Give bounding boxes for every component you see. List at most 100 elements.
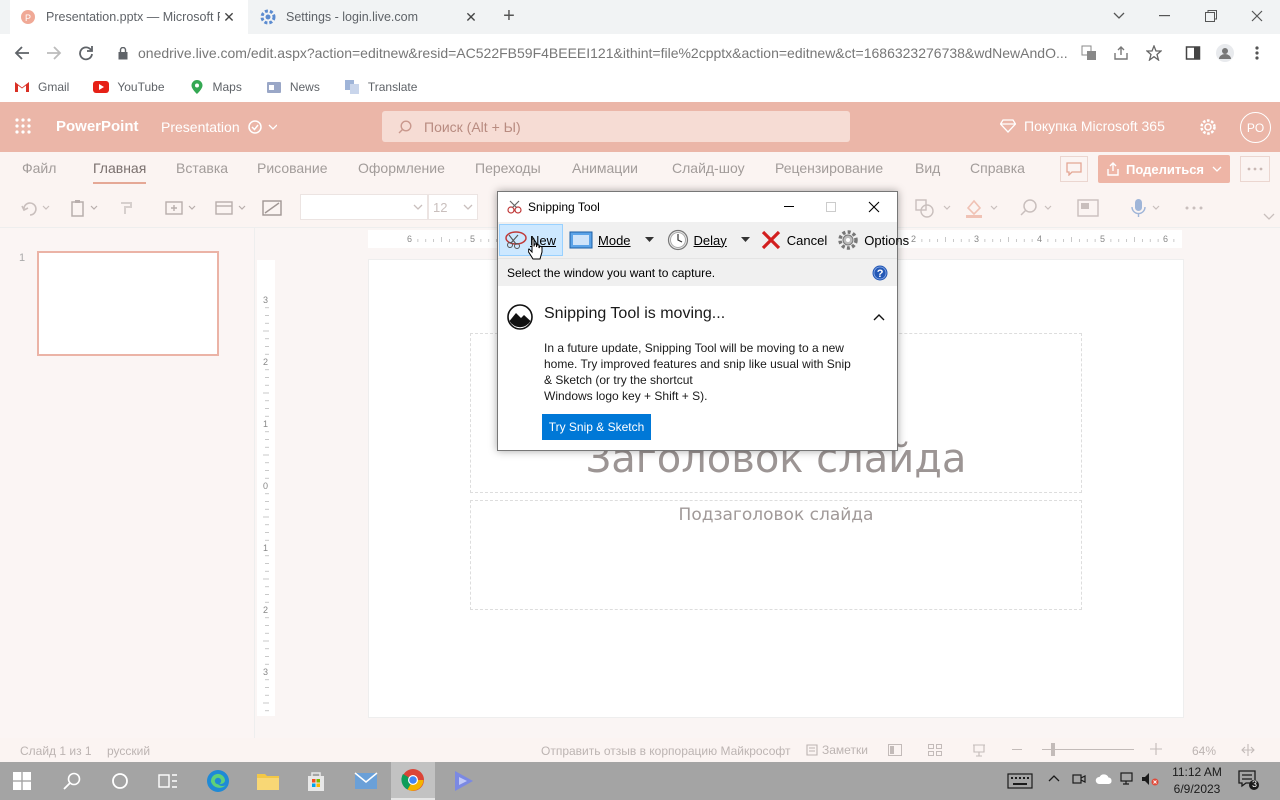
zoom-slider-thumb[interactable] (1051, 743, 1055, 756)
zoom-slider-track[interactable] (1042, 749, 1134, 750)
cancel-button[interactable]: Cancel (757, 224, 831, 256)
user-avatar[interactable]: PO (1240, 112, 1271, 143)
start-button[interactable] (0, 762, 44, 800)
tab-draw[interactable]: Рисование (257, 160, 328, 176)
chrome-taskbar-icon[interactable] (391, 762, 435, 800)
tab-insert[interactable]: Вставка (176, 160, 228, 176)
fit-slide-icon[interactable] (1241, 743, 1255, 757)
app-name[interactable]: PowerPoint (56, 118, 139, 135)
options-button[interactable]: Options (833, 224, 913, 256)
tab-slideshow[interactable]: Слайд-шоу (672, 160, 745, 176)
tab-search-icon[interactable] (1096, 0, 1142, 32)
tab-settings[interactable]: Settings - login.live.com ✕ (250, 0, 490, 34)
meet-now-icon[interactable] (1072, 772, 1086, 786)
search-input[interactable]: Поиск (Alt + Ы) (382, 111, 850, 142)
tab-presentation[interactable]: P Presentation.pptx — Microsoft P ✕ (10, 0, 248, 34)
layout-button[interactable] (212, 198, 250, 218)
edge-taskbar-icon[interactable] (196, 762, 240, 800)
buy-microsoft-365-link[interactable]: Покупка Microsoft 365 (1000, 118, 1165, 134)
tab-transitions[interactable]: Переходы (475, 160, 541, 176)
snip-close-button[interactable] (852, 192, 896, 222)
chevron-up-icon[interactable] (1048, 774, 1060, 782)
network-icon[interactable] (1120, 772, 1136, 786)
close-window-button[interactable] (1234, 0, 1280, 32)
snipping-app-taskbar-icon[interactable] (441, 762, 485, 800)
profile-icon[interactable] (1214, 42, 1236, 64)
bookmark-gmail[interactable]: Gmail (14, 79, 69, 95)
vertical-ruler[interactable]: 3 2 1 0 1 2 3 (257, 260, 275, 716)
file-explorer-icon[interactable] (246, 762, 290, 800)
slide-sorter-icon[interactable] (928, 744, 942, 756)
back-button[interactable] (11, 42, 33, 64)
zoom-level[interactable]: 64% (1192, 744, 1216, 758)
mode-button[interactable]: Mode (565, 224, 659, 256)
reload-button[interactable] (75, 42, 97, 64)
system-clock[interactable]: 11:12 AM 6/9/2023 (1160, 764, 1234, 798)
dictate-button[interactable] (1124, 198, 1166, 218)
action-center-icon[interactable]: 3 (1238, 770, 1260, 790)
onedrive-icon[interactable] (1095, 773, 1113, 785)
task-view-icon[interactable] (146, 762, 190, 800)
tab-close-icon[interactable]: ✕ (220, 9, 238, 26)
zoom-in-icon[interactable] (1150, 743, 1162, 755)
reset-slide-icon[interactable] (260, 198, 284, 218)
tab-help[interactable]: Справка (970, 160, 1025, 176)
slide-thumbnail[interactable] (37, 251, 219, 356)
tab-design[interactable]: Оформление (358, 160, 445, 176)
tab-animations[interactable]: Анимации (572, 160, 638, 176)
mode-dropdown-icon[interactable] (644, 237, 655, 243)
tab-close-icon[interactable]: ✕ (462, 9, 480, 26)
tab-view[interactable]: Вид (915, 160, 940, 176)
restore-button[interactable] (1188, 0, 1234, 32)
more-commands-icon[interactable] (1182, 198, 1206, 218)
collapse-ribbon-icon[interactable] (1263, 213, 1275, 220)
new-tab-button[interactable]: + (498, 6, 520, 28)
document-title[interactable]: Presentation (161, 119, 240, 135)
saved-status-icon[interactable] (247, 119, 277, 135)
feedback-link[interactable]: Отправить отзыв в корпорацию Майкрософт (541, 744, 790, 758)
new-slide-button[interactable] (162, 198, 200, 218)
taskbar-search-icon[interactable] (50, 762, 94, 800)
try-snip-sketch-button[interactable]: Try Snip & Sketch (542, 414, 651, 440)
cortana-icon[interactable] (98, 762, 142, 800)
volume-muted-icon[interactable] (1141, 772, 1159, 786)
snipping-tool-window[interactable]: Snipping Tool New Mode Delay Cancel Opti… (497, 191, 909, 451)
slideshow-icon[interactable] (972, 743, 986, 757)
tab-home[interactable]: Главная (93, 160, 147, 184)
help-icon[interactable]: ? (872, 265, 888, 281)
translate-page-icon[interactable] (1078, 42, 1100, 64)
normal-view-icon[interactable] (888, 744, 902, 756)
share-page-icon[interactable] (1110, 42, 1132, 64)
designer-icon[interactable] (1076, 198, 1100, 218)
keyboard-icon[interactable] (998, 762, 1042, 800)
zoom-out-icon[interactable] (1012, 749, 1022, 750)
shapes-button[interactable] (910, 198, 958, 218)
font-family-select[interactable] (300, 194, 428, 220)
mail-icon[interactable] (344, 762, 388, 800)
slide-subtitle[interactable]: Подзаголовок слайда (470, 505, 1082, 525)
bookmark-youtube[interactable]: YouTube (93, 79, 165, 95)
shape-fill-button[interactable] (962, 198, 1004, 218)
undo-button[interactable] (18, 198, 54, 218)
comments-button[interactable] (1060, 156, 1088, 182)
collapse-chevron-icon[interactable] (873, 313, 885, 321)
store-icon[interactable] (294, 762, 338, 800)
more-options-button[interactable] (1240, 156, 1270, 182)
font-size-select[interactable]: 12 (428, 194, 478, 220)
tab-review[interactable]: Рецензирование (775, 160, 883, 176)
snip-maximize-button[interactable] (810, 192, 852, 222)
language-indicator[interactable]: русский (107, 744, 150, 758)
side-panel-icon[interactable] (1182, 42, 1204, 64)
menu-kebab-icon[interactable] (1246, 42, 1268, 64)
app-launcher-icon[interactable] (15, 118, 31, 134)
find-button[interactable] (1016, 198, 1058, 218)
address-bar[interactable]: onedrive.live.com/edit.aspx?action=editn… (110, 40, 1076, 66)
share-button[interactable]: Поделиться (1098, 155, 1230, 183)
bookmark-star-icon[interactable] (1143, 42, 1165, 64)
notes-button[interactable]: Заметки (806, 743, 868, 757)
snip-title-bar[interactable]: Snipping Tool (498, 192, 897, 222)
bookmark-translate[interactable]: Translate (344, 79, 417, 95)
settings-gear-icon[interactable] (1199, 118, 1217, 136)
forward-button[interactable] (43, 42, 65, 64)
snip-minimize-button[interactable] (768, 192, 810, 222)
